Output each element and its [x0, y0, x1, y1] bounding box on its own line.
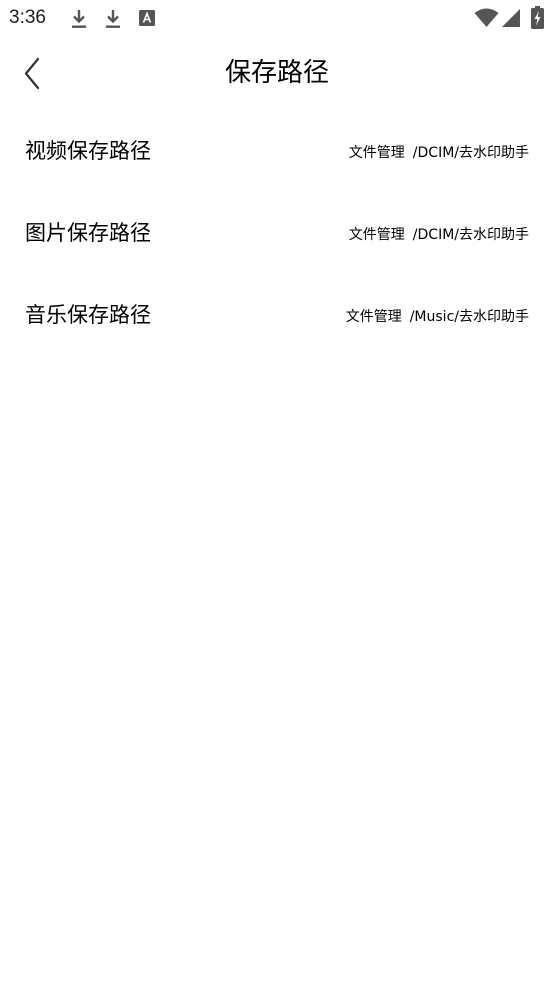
image-save-path-row[interactable]: 图片保存路径 文件管理/DCIM/去水印助手 [0, 194, 554, 276]
download-icon [106, 10, 120, 28]
wifi-icon [474, 8, 499, 27]
storage-location: 文件管理 [345, 309, 402, 325]
page-title: 保存路径 [224, 58, 329, 88]
video-save-path-label: 视频保存路径 [25, 139, 151, 163]
status-bar: 3:36 [0, 0, 554, 36]
storage-path: /Music/去水印助手 [409, 309, 529, 325]
video-save-path-row[interactable]: 视频保存路径 文件管理/DCIM/去水印助手 [0, 112, 554, 194]
storage-path: /DCIM/去水印助手 [412, 145, 529, 161]
image-save-path-value: 文件管理/DCIM/去水印助手 [349, 225, 529, 245]
storage-path: /DCIM/去水印助手 [412, 227, 529, 243]
storage-location: 文件管理 [348, 145, 405, 161]
font-app-icon [139, 10, 155, 26]
video-save-path-value: 文件管理/DCIM/去水印助手 [349, 143, 529, 163]
music-save-path-row[interactable]: 音乐保存路径 文件管理/Music/去水印助手 [0, 276, 554, 358]
storage-location: 文件管理 [348, 227, 405, 243]
music-save-path-label: 音乐保存路径 [25, 303, 151, 327]
app-header: 保存路径 [0, 36, 554, 112]
music-save-path-value: 文件管理/Music/去水印助手 [346, 307, 529, 327]
image-save-path-label: 图片保存路径 [25, 221, 151, 245]
status-time: 3:36 [9, 7, 46, 28]
battery-charging-icon [531, 6, 544, 29]
cellular-signal-icon [502, 9, 520, 27]
download-icon [72, 10, 86, 28]
